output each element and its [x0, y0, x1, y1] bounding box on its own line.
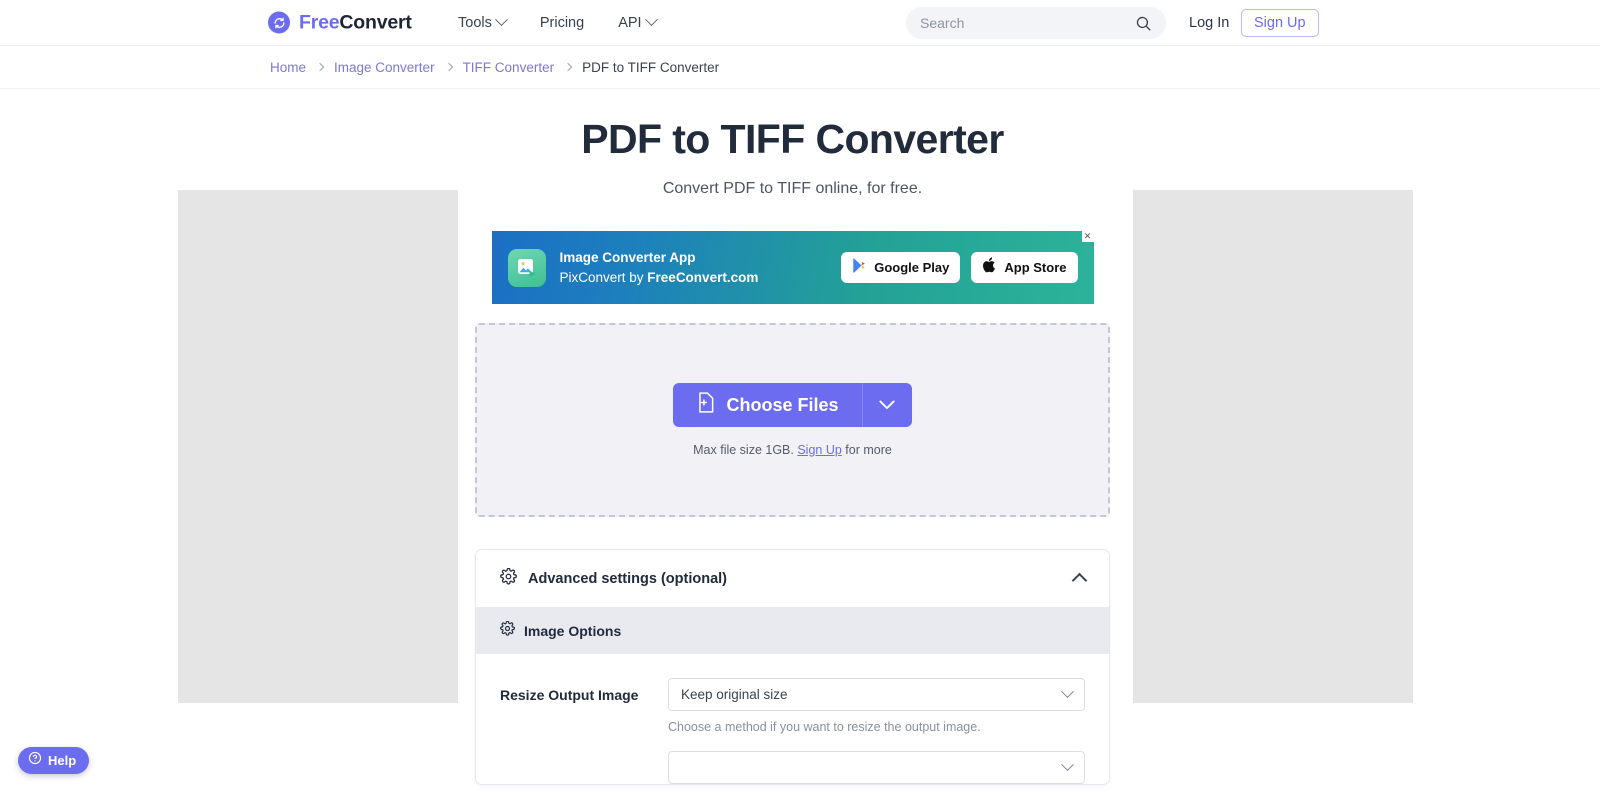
resize-output-image-value: Keep original size [681, 687, 788, 702]
page-body: PDF to TIFF Converter Convert PDF to TIF… [0, 89, 1600, 796]
help-widget[interactable]: Help [18, 747, 90, 774]
field-control-next [668, 751, 1085, 784]
help-widget-label: Help [48, 753, 77, 768]
signup-link[interactable]: Sign Up [797, 443, 841, 457]
app-store-label: App Store [1004, 260, 1067, 275]
field-help-resize: Choose a method if you want to resize th… [668, 720, 981, 734]
close-icon[interactable]: ✕ [1081, 231, 1094, 242]
logo[interactable]: FreeConvert [268, 11, 412, 34]
app-store-button[interactable]: App Store [971, 252, 1078, 283]
advanced-settings-label: Advanced settings (optional) [528, 570, 727, 587]
search-input[interactable] [920, 7, 1135, 39]
google-play-icon [852, 257, 867, 279]
promo-ad-banner[interactable]: Image Converter App PixConvert by FreeCo… [491, 231, 1094, 304]
file-plus-icon [696, 392, 715, 418]
breadcrumb-item-image-converter[interactable]: Image Converter [334, 60, 435, 75]
nav-item-tools-label: Tools [458, 14, 492, 31]
breadcrumb-item-current: PDF to TIFF Converter [582, 59, 720, 75]
chevron-down-icon [879, 398, 895, 413]
signup-button[interactable]: Sign Up [1241, 9, 1319, 37]
choose-files-group: Choose Files [673, 383, 912, 427]
main-content: PDF to TIFF Converter Convert PDF to TIF… [475, 89, 1110, 785]
question-circle-icon [28, 751, 42, 770]
field-resize-output-image: Resize Output Image Keep original size C… [476, 654, 1109, 734]
choose-files-dropdown-button[interactable] [861, 383, 912, 427]
breadcrumb: Home Image Converter TIFF Converter PDF … [0, 46, 1600, 89]
page-title: PDF to TIFF Converter [581, 116, 1004, 162]
chevron-right-icon [563, 62, 573, 72]
advanced-settings-card: Advanced settings (optional) Image Optio… [475, 549, 1110, 785]
store-buttons: Google Play App Store [841, 252, 1078, 283]
nav-item-api-label: API [618, 14, 642, 31]
breadcrumb-item-tiff-converter[interactable]: TIFF Converter [463, 60, 555, 75]
main-nav: Tools Pricing API [458, 13, 658, 31]
nav-item-pricing[interactable]: Pricing [540, 15, 584, 31]
next-option-select[interactable] [668, 751, 1085, 784]
field-label-resize: Resize Output Image [500, 687, 639, 703]
ad-text: Image Converter App PixConvert by FreeCo… [560, 248, 759, 287]
image-options-header: Image Options [476, 607, 1109, 654]
chevron-down-icon [1061, 685, 1074, 699]
logo-text-convert: Convert [339, 11, 412, 33]
file-dropzone[interactable]: Choose Files Max file size 1GB. Sign Up … [475, 323, 1110, 517]
choose-files-button[interactable]: Choose Files [673, 383, 862, 427]
image-app-icon [507, 248, 546, 287]
ad-placeholder-right [1133, 190, 1413, 703]
logo-text: FreeConvert [299, 11, 412, 34]
nav-item-tools[interactable]: Tools [458, 13, 508, 31]
search-icon[interactable] [1135, 15, 1152, 32]
page-subtitle: Convert PDF to TIFF online, for free. [662, 180, 923, 197]
resize-output-image-select[interactable]: Keep original size [668, 678, 1085, 711]
chevron-right-icon [315, 62, 325, 72]
nav-item-api[interactable]: API [618, 13, 658, 31]
chevron-down-icon [494, 13, 508, 27]
chevron-up-icon[interactable] [1071, 572, 1088, 589]
gear-icon [500, 620, 515, 641]
apple-icon [982, 256, 997, 279]
nav-item-pricing-label: Pricing [539, 14, 585, 31]
google-play-label: Google Play [874, 260, 950, 275]
field-control-resize: Keep original size Choose a method if yo… [668, 678, 1085, 734]
image-options-label: Image Options [524, 622, 622, 639]
ad-subline: PixConvert by FreeConvert.com [560, 268, 759, 288]
chevron-right-icon [444, 62, 453, 72]
logo-text-free: Free [299, 11, 340, 33]
ad-subline-prefix: PixConvert by [559, 269, 648, 285]
site-header: FreeConvert Tools Pricing API Log In Sig… [0, 0, 1600, 46]
max-file-size-prefix: Max file size 1GB. [693, 443, 798, 457]
chevron-down-icon [1061, 758, 1074, 772]
ad-placeholder-left [178, 190, 458, 703]
ad-subline-brand: FreeConvert.com [647, 269, 759, 285]
max-file-size-suffix: for more [841, 443, 892, 457]
max-file-size-note: Max file size 1GB. Sign Up for more [693, 443, 892, 457]
field-row-next [476, 734, 1109, 784]
google-play-button[interactable]: Google Play [841, 252, 961, 283]
choose-files-label: Choose Files [726, 394, 839, 415]
gear-icon [500, 567, 517, 590]
ad-headline: Image Converter App [559, 249, 696, 265]
refresh-circle-icon [268, 11, 290, 34]
advanced-settings-header[interactable]: Advanced settings (optional) [476, 550, 1109, 607]
search-box[interactable] [906, 7, 1166, 39]
field-label-next [500, 751, 668, 784]
breadcrumb-item-home[interactable]: Home [270, 60, 306, 75]
chevron-down-icon [644, 13, 658, 27]
login-link[interactable]: Log In [1189, 15, 1229, 31]
